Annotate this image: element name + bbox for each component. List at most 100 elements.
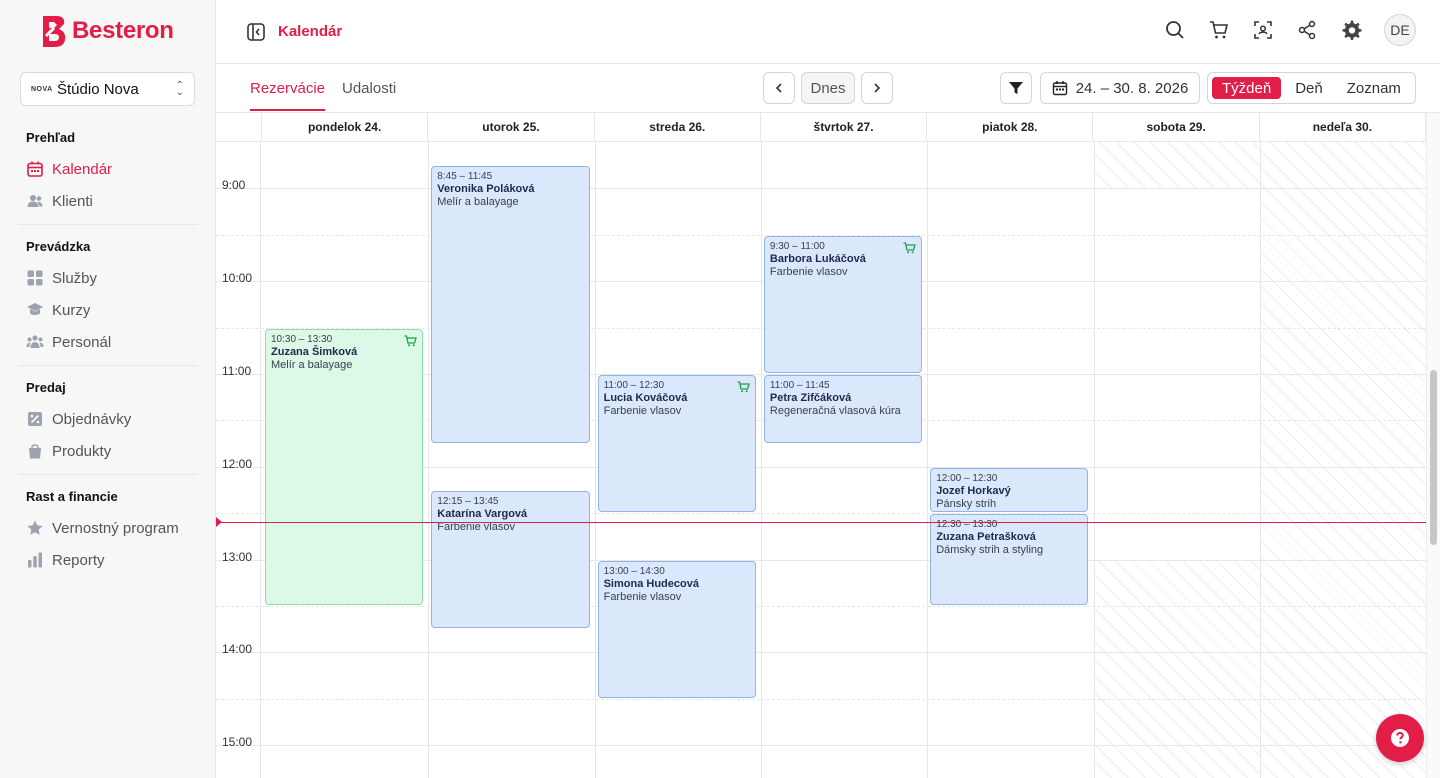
reservation-event[interactable]: 12:30 – 13:30 Zuzana Petrašková Dámsky str… — [930, 514, 1089, 605]
time-label: 15:00 — [222, 735, 253, 750]
event-service: Pánsky strih — [936, 497, 997, 510]
event-client-name: Barbora Lukáčová — [769, 252, 866, 265]
event-client-name: Lucia Kováčová — [603, 392, 688, 404]
brand-logo[interactable]: Besteron — [40, 14, 174, 48]
event-time: 11:00 – 12:30 — [603, 380, 665, 391]
nav-group-title: Rast a financie — [26, 489, 118, 504]
sidebar-item-produkty[interactable]: Produkty — [26, 442, 111, 460]
graduation-cap-icon — [26, 301, 44, 319]
reservation-event[interactable]: 13:00 – 14:30 Simona Hudecová Farbenie vla… — [597, 560, 756, 698]
sidebar-item-objednávky[interactable]: Objednávky — [26, 410, 131, 428]
reservation-event[interactable]: 12:15 – 13:45 Katarína Vargová Farbenie vl… — [431, 491, 590, 629]
reservation-event[interactable]: 11:00 – 12:30 Lucia Kováčová Farbenie vlas… — [597, 375, 756, 513]
next-week-button[interactable] — [861, 72, 893, 104]
sidebar-item-label: Objednávky — [52, 410, 132, 428]
prev-week-button[interactable] — [763, 72, 795, 104]
filter-button[interactable] — [1000, 72, 1032, 104]
scan-icon[interactable] — [1252, 19, 1274, 41]
sidebar-item-kurzy[interactable]: Kurzy — [26, 301, 90, 319]
reservation-event[interactable]: 8:45 – 11:45 Veronika Poláková Melír a bal… — [431, 166, 590, 443]
sidebar-item-reporty[interactable]: Reporty — [26, 551, 105, 569]
scrollbar-thumb[interactable] — [1430, 370, 1437, 545]
day-header: sobota 29. — [1093, 113, 1260, 142]
cart-icon — [404, 334, 418, 346]
time-label: 13:00 — [222, 549, 253, 564]
closed-hours-area — [1093, 142, 1260, 189]
reservation-event[interactable]: 10:30 – 13:30 Zuzana Šimková Melír a balay… — [265, 328, 424, 605]
half-hour-gridline — [216, 698, 1426, 700]
week-calendar: pondelok 24. utorok 25. streda 26. štvrtok … — [216, 113, 1426, 778]
calendar-icon — [1052, 81, 1067, 96]
day-column-divider — [927, 142, 929, 778]
calendar-scrollbar[interactable] — [1426, 113, 1440, 778]
sidebar-item-kalendár[interactable]: Kalendár — [26, 160, 112, 178]
sidebar-item-personál[interactable]: Personál — [26, 333, 111, 351]
event-time: 12:15 – 13:45 — [437, 496, 499, 507]
sidebar-item-label: Personál — [52, 333, 112, 351]
event-service: Farbenie vlasov — [603, 590, 682, 603]
today-button[interactable]: Dnes — [801, 72, 855, 104]
half-hour-gridline — [216, 606, 1426, 607]
event-time: 8:45 – 11:45 — [437, 171, 493, 183]
event-time: 10:30 – 13:30 — [271, 333, 333, 345]
cart-icon — [903, 241, 917, 254]
event-client-name: Jozef Horkavý — [936, 484, 1011, 497]
event-service: Farbenie vlasov — [603, 405, 682, 417]
tab-events[interactable]: Udalosti — [342, 80, 396, 109]
view-week[interactable]: Týždeň — [1212, 77, 1282, 99]
event-service: Regeneračná vlasová kúra — [769, 405, 901, 417]
day-header: nedeľa 30. — [1259, 113, 1426, 142]
sidebar-collapse-icon[interactable] — [246, 22, 266, 42]
sidebar-item-klienti[interactable]: Klienti — [26, 192, 93, 210]
bar-chart-icon — [26, 551, 44, 569]
closed-hours-area — [1259, 142, 1426, 778]
top-bar: Kalendár DE — [216, 0, 1440, 64]
event-service: Farbenie vlasov — [769, 265, 848, 278]
team-icon — [26, 333, 44, 351]
time-label: 11:00 — [222, 364, 252, 378]
view-switcher: Týždeň Deň Zoznam — [1207, 72, 1416, 104]
sidebar-item-label: Služby — [52, 269, 98, 287]
event-time: 12:30 – 13:30 — [936, 519, 998, 531]
time-label: 9:00 — [222, 178, 246, 193]
grid-icon — [26, 269, 44, 287]
view-day[interactable]: Deň — [1285, 77, 1333, 99]
event-time: 12:00 – 12:30 — [936, 472, 998, 484]
nav-divider — [18, 365, 198, 366]
hour-gridline — [216, 652, 1426, 654]
sidebar-item-vernostný-program[interactable]: Vernostný program — [26, 519, 179, 537]
date-range-picker[interactable]: 24. – 30. 8. 2026 — [1040, 72, 1200, 104]
share-icon[interactable] — [1296, 19, 1318, 41]
nav-divider — [18, 474, 198, 475]
reservation-event[interactable]: 12:00 – 12:30 Jozef Horkavý Pánsky strih — [930, 467, 1089, 513]
help-button[interactable] — [1376, 714, 1424, 762]
sidebar-item-label: Produkty — [52, 442, 112, 460]
event-service: Melír a balayage — [271, 358, 353, 371]
nav-group-title: Prehľad — [26, 130, 76, 145]
chevron-up-down-icon: ⌃ ⌄ — [175, 80, 184, 98]
question-icon — [1391, 729, 1409, 747]
sidebar-item-služby[interactable]: Služby — [26, 269, 97, 287]
cart-icon[interactable] — [1208, 19, 1230, 41]
event-time: 13:00 – 14:30 — [603, 565, 665, 577]
cart-icon — [737, 380, 750, 393]
event-client-name: Katarína Vargová — [437, 508, 528, 520]
day-column-divider — [428, 142, 430, 778]
sidebar: Besteron NOVA Štúdio Nova ⌃ ⌄ Prehľad Kale… — [0, 0, 216, 778]
tab-reservations[interactable]: Rezervácie — [250, 80, 326, 111]
reservation-event[interactable]: 9:30 – 11:00 Barbora Lukáčová Farbenie vla… — [763, 235, 923, 373]
studio-logo: NOVA — [31, 85, 53, 93]
gear-icon[interactable] — [1340, 19, 1362, 41]
nav-divider — [18, 224, 198, 225]
reservation-event[interactable]: 11:00 – 11:45 Petra Zifčáková Regeneračná … — [763, 375, 923, 443]
hour-gridline — [216, 745, 1426, 747]
user-avatar[interactable]: DE — [1384, 14, 1416, 46]
nav-group-title: Prevádzka — [26, 239, 91, 254]
besteron-logo-icon — [43, 16, 66, 47]
studio-selector[interactable]: NOVA Štúdio Nova ⌃ ⌄ — [20, 72, 195, 106]
sidebar-item-label: Kurzy — [52, 301, 91, 319]
view-list[interactable]: Zoznam — [1337, 77, 1411, 99]
event-client-name: Petra Zifčáková — [769, 392, 852, 404]
search-icon[interactable] — [1164, 19, 1186, 41]
date-range-label: 24. – 30. 8. 2026 — [1075, 79, 1189, 97]
